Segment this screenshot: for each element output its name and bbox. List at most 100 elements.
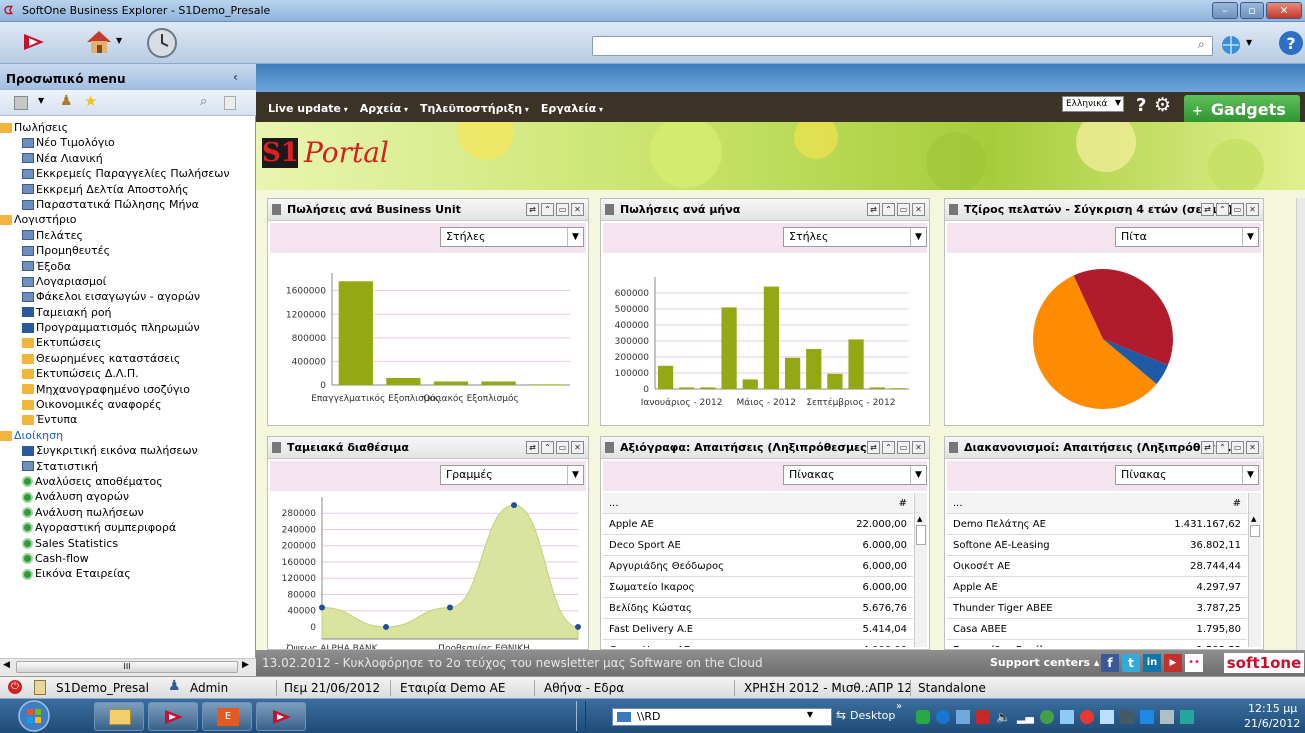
close-icon[interactable]: ✕ [912,203,925,216]
tree-item[interactable]: Προμηθευτές [0,243,256,258]
view-select[interactable]: Στήλες ▼ [440,227,584,247]
collapse-icon[interactable]: ⌃ [1216,441,1229,454]
twitter-icon[interactable]: t [1122,654,1140,672]
start-button-icon[interactable] [14,700,54,733]
tree-item[interactable]: Νέο Τιμολόγιο [0,135,256,150]
tree-folder[interactable]: Πωλήσεις [0,120,256,135]
maximize-button[interactable]: ▫ [1240,2,1264,19]
tray-app-icon[interactable] [916,710,930,724]
collapse-icon[interactable]: ⌃ [1216,203,1229,216]
help-icon[interactable]: ? [1278,30,1304,56]
table-row[interactable]: Deco Sport AE 6.000,00 [603,535,913,556]
refresh-icon[interactable]: ⇄ [867,203,880,216]
table-row[interactable]: Softone AE-Leasing 36.802,11 [947,535,1247,556]
go-arrow-icon[interactable]: ⇆ [836,708,846,722]
refresh-icon[interactable]: ⇄ [1201,441,1214,454]
refresh-icon[interactable]: ⇄ [1201,203,1214,216]
tree-item[interactable]: Στατιστική [0,459,256,474]
tray-display-icon[interactable] [1059,710,1074,724]
tray-tool-icon[interactable] [1099,710,1114,724]
settings-gear-icon[interactable]: ⚙ [1154,94,1171,116]
tree-item[interactable]: Προγραμματισμός πληρωμών [0,320,256,335]
excel-taskbar-button[interactable]: E [202,702,252,731]
collapse-icon[interactable]: ⌃ [541,441,554,454]
address-toolbar-input[interactable]: \\RD ▼ [612,708,832,726]
collapse-icon[interactable]: ⌃ [882,203,895,216]
collapse-panel-icon[interactable]: ‹ [233,70,238,84]
tree-item[interactable]: Έντυπα [0,412,256,427]
search-input[interactable] [592,36,1213,56]
back-arrow-icon[interactable] [22,31,46,53]
refresh-icon[interactable]: ⇄ [867,441,880,454]
table-row[interactable]: Αργυριάδης Θεόδωρος 6.000,00 [603,556,913,577]
help-question-icon[interactable]: ? [1136,95,1146,116]
clipboard-dropdown-icon[interactable]: ▼ [38,96,44,105]
tree-item[interactable]: Ταμειακή ροή [0,305,256,320]
power-icon[interactable]: ⏻ [8,680,22,694]
scroll-right-icon[interactable]: ▶ [242,660,249,670]
signal-icon[interactable]: ▂▄ [1017,711,1034,724]
column-header[interactable]: ... [609,498,807,509]
view-select[interactable]: Στήλες ▼ [783,227,927,247]
table-row[interactable]: Thunder Tiger ABEE 3.787,25 [947,598,1247,619]
maximize-icon[interactable]: ▭ [897,441,910,454]
favorites-star-icon[interactable]: ★ [84,92,97,110]
table-row[interactable]: Συμεωνίδης Βασίλης1.593,53 [947,640,1247,648]
globe-dropdown-icon[interactable]: ▼ [1246,38,1252,47]
tree-item[interactable]: Εκτυπώσεις [0,335,256,350]
volume-icon[interactable]: 🔈 [996,710,1011,724]
tree-item[interactable]: Νέα Λιανική [0,151,256,166]
table-row[interactable]: Apple AE 4.297,97 [947,577,1247,598]
tray-people-icon[interactable] [1139,710,1154,724]
clock-icon[interactable] [146,27,178,59]
news-text[interactable]: 13.02.2012 - Κυκλοφόρησε το 2ο τεύχος το… [262,656,763,670]
close-icon[interactable]: ✕ [571,441,584,454]
scroll-left-icon[interactable]: ◀ [3,660,10,670]
minimize-button[interactable]: – [1212,2,1238,19]
column-header[interactable]: # [807,498,907,509]
maximize-icon[interactable]: ▭ [1231,441,1244,454]
language-select[interactable]: Ελληνικά ▼ [1062,96,1124,112]
view-select[interactable]: Πίτα ▼ [1115,227,1259,247]
table-row[interactable]: Οικοσέτ AE 28.744,44 [947,556,1247,577]
close-icon[interactable]: ✕ [571,203,584,216]
table-scrollbar[interactable]: ▲ [1248,493,1261,647]
tree-item[interactable]: Εικόνα Εταιρείας [0,566,256,581]
page-icon[interactable] [224,96,236,110]
tree-item[interactable]: Μηχανογραφημένο ισοζύγιο [0,382,256,397]
collapse-icon[interactable]: ⌃ [882,441,895,454]
portal-scrollbar[interactable] [1296,198,1305,650]
menu-item[interactable]: Live update ▾ [268,102,348,115]
table-header[interactable]: ... # [603,493,913,514]
menu-item[interactable]: Εργαλεία ▾ [541,102,603,115]
toolbar-overflow-icon[interactable]: » [896,701,902,712]
tree-item[interactable]: Οικονομικές αναφορές [0,397,256,412]
tree-folder[interactable]: Διοίκηση [0,428,256,443]
tree-item[interactable]: Λογαριασμοί [0,274,256,289]
tree-folder[interactable]: Λογιστήριο [0,212,256,227]
tree-item[interactable]: Παραστατικά Πώλησης Μήνα [0,197,256,212]
youtube-icon[interactable]: ▶ [1164,654,1182,672]
gadgets-button[interactable]: + Gadgets [1184,95,1300,125]
tray-sync-icon[interactable] [1039,710,1054,724]
close-button[interactable]: ✕ [1266,2,1302,19]
maximize-icon[interactable]: ▭ [897,203,910,216]
table-row[interactable]: Demo Πελάτης AE 1.431.167,62 [947,514,1247,535]
flickr-icon[interactable]: •• [1185,654,1203,672]
security-globe-icon[interactable] [1220,34,1242,56]
tree-item[interactable]: Αγοραστική συμπεριφορά [0,520,256,535]
softone-taskbar-button-2[interactable] [256,702,306,731]
explorer-taskbar-button[interactable] [94,702,144,731]
table-row[interactable]: Apple AE 22.000,00 [603,514,913,535]
tree-item[interactable]: Cash-flow [0,551,256,566]
maximize-icon[interactable]: ▭ [556,441,569,454]
tree-item[interactable]: Εκτυπώσεις Δ.Λ.Π. [0,366,256,381]
collapse-icon[interactable]: ⌃ [541,203,554,216]
close-icon[interactable]: ✕ [1246,203,1259,216]
view-select[interactable]: Πίνακας ▼ [1115,465,1259,485]
clock-date[interactable]: 21/6/2012 [1244,717,1300,730]
tree-item[interactable]: Πελάτες [0,228,256,243]
home-dropdown-icon[interactable]: ▼ [116,36,122,45]
view-select[interactable]: Πίνακας ▼ [783,465,927,485]
horizontal-scrollbar[interactable]: ◀ III ▶ [0,658,256,676]
